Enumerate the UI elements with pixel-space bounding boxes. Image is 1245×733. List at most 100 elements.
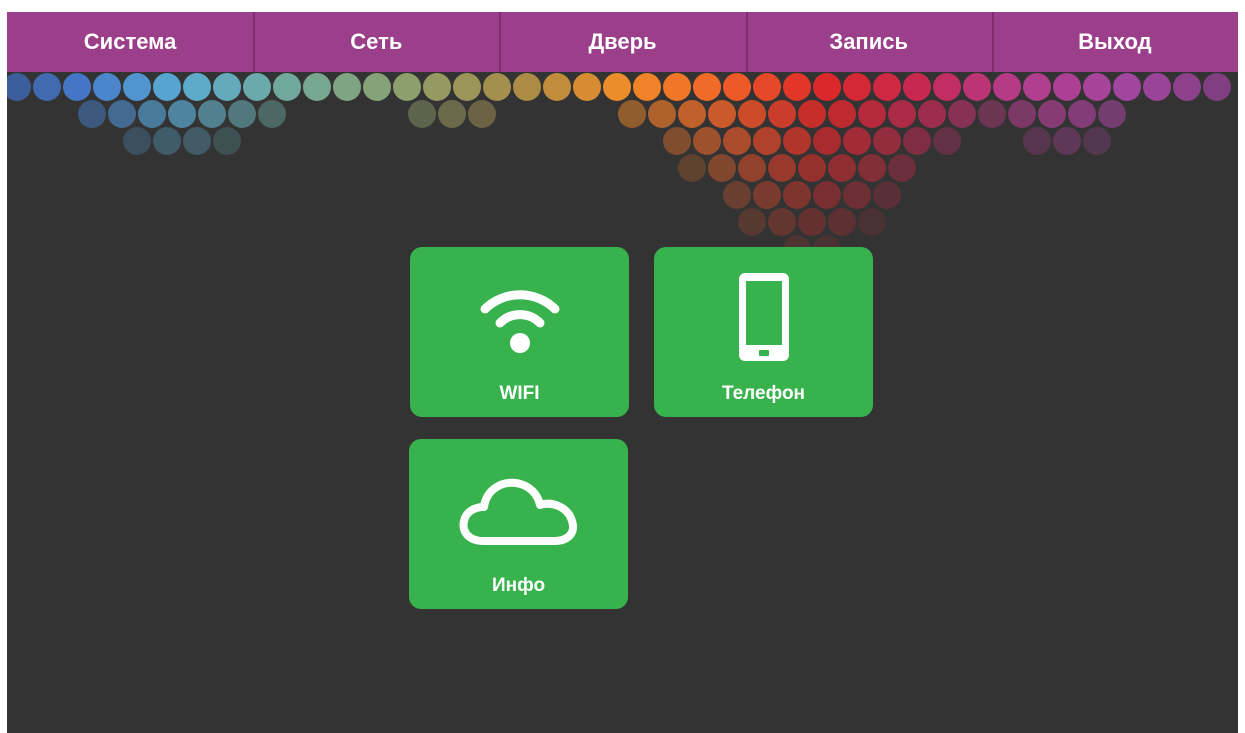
decorative-dot xyxy=(723,73,751,101)
decorative-dot xyxy=(423,73,451,101)
decorative-dot xyxy=(753,73,781,101)
info-tile[interactable]: Инфо xyxy=(409,439,628,609)
decorative-dot xyxy=(213,127,241,155)
decorative-dot xyxy=(78,100,106,128)
decorative-dot xyxy=(123,73,151,101)
decorative-dot xyxy=(798,208,826,236)
tab-vyhod[interactable]: Выход xyxy=(991,12,1238,72)
wifi-label: WIFI xyxy=(499,383,540,404)
decorative-dot xyxy=(783,73,811,101)
decorative-dot xyxy=(828,100,856,128)
decorative-dot xyxy=(438,100,466,128)
decorative-dot xyxy=(768,208,796,236)
decorative-dot xyxy=(663,73,691,101)
decorative-dot xyxy=(213,73,241,101)
decorative-dot xyxy=(1098,100,1126,128)
decorative-dot xyxy=(1173,73,1201,101)
decorative-dot xyxy=(663,127,691,155)
decorative-dot xyxy=(873,127,901,155)
decorative-dot xyxy=(993,73,1021,101)
tab-dver[interactable]: Дверь xyxy=(499,12,745,72)
decorative-dot xyxy=(228,100,256,128)
decorative-dot xyxy=(93,73,121,101)
decorative-dot xyxy=(828,154,856,182)
decorative-dot xyxy=(678,154,706,182)
decorative-dot xyxy=(1008,100,1036,128)
decorative-dot xyxy=(633,73,661,101)
tab-set[interactable]: Сеть xyxy=(253,12,499,72)
decorative-dot xyxy=(138,100,166,128)
decorative-dot xyxy=(888,154,916,182)
wifi-tile[interactable]: WIFI xyxy=(410,247,629,417)
decorative-dot xyxy=(843,181,871,209)
decorative-dot xyxy=(783,181,811,209)
decorative-dot xyxy=(768,154,796,182)
decorative-dot xyxy=(153,73,181,101)
decorative-dot xyxy=(813,127,841,155)
decorative-dot xyxy=(108,100,136,128)
decorative-dot xyxy=(468,100,496,128)
decorative-dot xyxy=(243,73,271,101)
decorative-dot xyxy=(303,73,331,101)
decorative-dot xyxy=(543,73,571,101)
decorative-dot xyxy=(648,100,676,128)
decorative-dot xyxy=(813,73,841,101)
decorative-dot xyxy=(333,73,361,101)
decorative-dot xyxy=(168,100,196,128)
decorative-dot xyxy=(723,181,751,209)
decorative-dot xyxy=(843,73,871,101)
decorative-dot xyxy=(63,73,91,101)
decorative-dot xyxy=(858,208,886,236)
decorative-dot xyxy=(1113,73,1141,101)
decorative-dot xyxy=(813,181,841,209)
decorative-dot xyxy=(1083,127,1111,155)
top-menu-bar: Система Сеть Дверь Запись Выход xyxy=(7,12,1238,72)
decorative-dot xyxy=(858,100,886,128)
info-label: Инфо xyxy=(491,575,546,596)
decorative-dot xyxy=(1068,100,1096,128)
phone-icon xyxy=(738,273,789,361)
decorative-dot xyxy=(153,127,181,155)
decorative-dot xyxy=(1143,73,1171,101)
decorative-dot xyxy=(753,127,781,155)
decorative-dot xyxy=(273,73,301,101)
decorative-dot xyxy=(918,100,946,128)
decorative-dot xyxy=(183,127,211,155)
decorative-dot xyxy=(33,73,61,101)
decorative-dot xyxy=(123,127,151,155)
decorative-dot xyxy=(888,100,916,128)
decorative-dot xyxy=(1203,73,1231,101)
decorative-dot xyxy=(678,100,706,128)
decorative-dot xyxy=(873,73,901,101)
decorative-dot xyxy=(948,100,976,128)
decorative-dot xyxy=(393,73,421,101)
tab-zapis[interactable]: Запись xyxy=(745,12,992,72)
decorative-dot xyxy=(483,73,511,101)
decorative-dot xyxy=(1053,127,1081,155)
decorative-dot xyxy=(198,100,226,128)
decorative-dot xyxy=(453,73,481,101)
decorative-dot xyxy=(828,208,856,236)
decorative-dot xyxy=(783,127,811,155)
decorative-dot xyxy=(1023,73,1051,101)
decorative-dot xyxy=(513,73,541,101)
decorative-dot xyxy=(693,73,721,101)
decorative-dot xyxy=(738,100,766,128)
decorative-dot xyxy=(708,100,736,128)
decorative-dot xyxy=(693,127,721,155)
decorative-dot xyxy=(738,154,766,182)
decorative-dot xyxy=(798,100,826,128)
tab-sistema[interactable]: Система xyxy=(7,12,253,72)
decorative-dot xyxy=(798,154,826,182)
decorative-dot xyxy=(903,127,931,155)
device-screen: Система Сеть Дверь Запись Выход WIFI Тел… xyxy=(7,12,1238,733)
decorative-dot xyxy=(573,73,601,101)
decorative-dot xyxy=(408,100,436,128)
phone-tile[interactable]: Телефон xyxy=(654,247,873,417)
decorative-dot xyxy=(723,127,751,155)
decorative-dot xyxy=(858,154,886,182)
decorative-dot xyxy=(843,127,871,155)
decorative-dot xyxy=(1023,127,1051,155)
decorative-dot xyxy=(738,208,766,236)
decorative-dot xyxy=(903,73,931,101)
